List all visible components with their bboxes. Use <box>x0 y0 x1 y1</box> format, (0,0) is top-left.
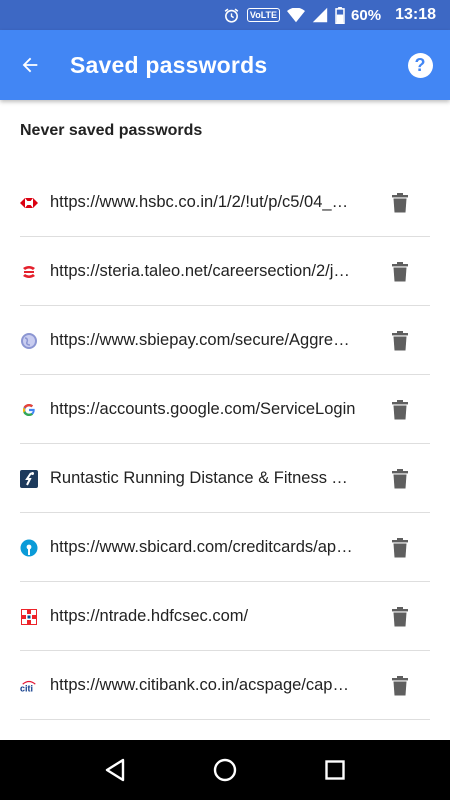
trash-icon <box>392 400 408 420</box>
list-item[interactable]: https://www.sbiepay.com/secure/Aggregato… <box>0 306 450 375</box>
citi-favicon: citi <box>20 677 38 695</box>
google-favicon <box>20 401 38 419</box>
globe-favicon <box>20 332 38 350</box>
trash-icon <box>392 331 408 351</box>
item-label: https://ntrade.hdfcsec.com/ <box>50 607 249 625</box>
never-saved-list: https://www.hsbc.co.in/1/2/!ut/p/c5/04_S… <box>0 168 450 720</box>
item-label: https://www.sbiepay.com/secure/Aggregato… <box>50 331 356 349</box>
trash-icon <box>392 676 408 696</box>
help-icon: ? <box>407 52 433 78</box>
svg-text:citi: citi <box>20 683 33 693</box>
arrow-back-icon <box>22 57 38 73</box>
trash-icon <box>392 607 408 627</box>
list-item[interactable]: https://ntrade.hdfcsec.com/ <box>0 582 450 651</box>
item-label: https://www.hsbc.co.in/1/2/!ut/p/c5/04_S… <box>50 193 356 211</box>
list-item[interactable]: https://steria.taleo.net/careersection/2… <box>0 237 450 306</box>
divider <box>20 719 430 720</box>
system-nav-bar <box>0 740 450 800</box>
delete-button[interactable] <box>385 604 415 630</box>
delete-button[interactable] <box>385 535 415 561</box>
delete-button[interactable] <box>385 328 415 354</box>
list-item[interactable]: https://www.sbicard.com/creditcards/app/… <box>0 513 450 582</box>
content-area: Never saved passwords https://www.hsbc.c… <box>0 100 450 740</box>
sbi-favicon <box>20 539 38 557</box>
delete-button[interactable] <box>385 397 415 423</box>
status-clock: 13:18 <box>395 6 436 23</box>
app-bar: Saved passwords ? <box>0 30 450 100</box>
delete-button[interactable] <box>385 190 415 216</box>
nav-recents-button[interactable] <box>310 745 360 795</box>
trash-icon <box>392 193 408 213</box>
status-bar: VoLTE 60% 13:18 <box>0 0 450 30</box>
nav-back-button[interactable] <box>90 745 140 795</box>
item-label: Runtastic Running Distance & Fitness Tra… <box>50 469 356 487</box>
battery-percent: 60% <box>351 6 382 24</box>
item-label: https://accounts.google.com/ServiceLogin <box>50 400 356 418</box>
nav-home-icon <box>213 758 237 782</box>
back-button[interactable] <box>0 30 60 100</box>
signal-icon <box>312 7 328 23</box>
trash-icon <box>392 538 408 558</box>
delete-button[interactable] <box>385 673 415 699</box>
list-item[interactable]: https://accounts.google.com/ServiceLogin <box>0 375 450 444</box>
item-label: https://www.citibank.co.in/acspage/cap_n… <box>50 676 356 694</box>
hdfc-favicon <box>20 608 38 626</box>
trash-icon <box>392 262 408 282</box>
help-button[interactable]: ? <box>390 30 450 100</box>
nav-recents-icon <box>325 760 345 780</box>
battery-icon <box>335 6 345 24</box>
delete-button[interactable] <box>385 259 415 285</box>
alarm-icon <box>223 7 240 24</box>
item-label: https://www.sbicard.com/creditcards/app/… <box>50 538 356 556</box>
volte-badge: VoLTE <box>246 8 281 22</box>
wifi-icon <box>287 7 306 23</box>
list-item[interactable]: citi https://www.citibank.co.in/acspage/… <box>0 651 450 720</box>
hsbc-favicon <box>20 194 38 212</box>
steria-favicon <box>20 263 38 281</box>
nav-home-button[interactable] <box>200 745 250 795</box>
nav-back-icon <box>105 758 125 782</box>
runtastic-favicon <box>20 469 38 488</box>
item-label: https://steria.taleo.net/careersection/2… <box>50 262 356 280</box>
list-item[interactable]: https://www.hsbc.co.in/1/2/!ut/p/c5/04_S… <box>0 168 450 237</box>
delete-button[interactable] <box>385 466 415 492</box>
list-item[interactable]: Runtastic Running Distance & Fitness Tra… <box>0 444 450 513</box>
page-title: Saved passwords <box>70 51 268 78</box>
trash-icon <box>392 469 408 489</box>
section-title: Never saved passwords <box>20 122 203 139</box>
